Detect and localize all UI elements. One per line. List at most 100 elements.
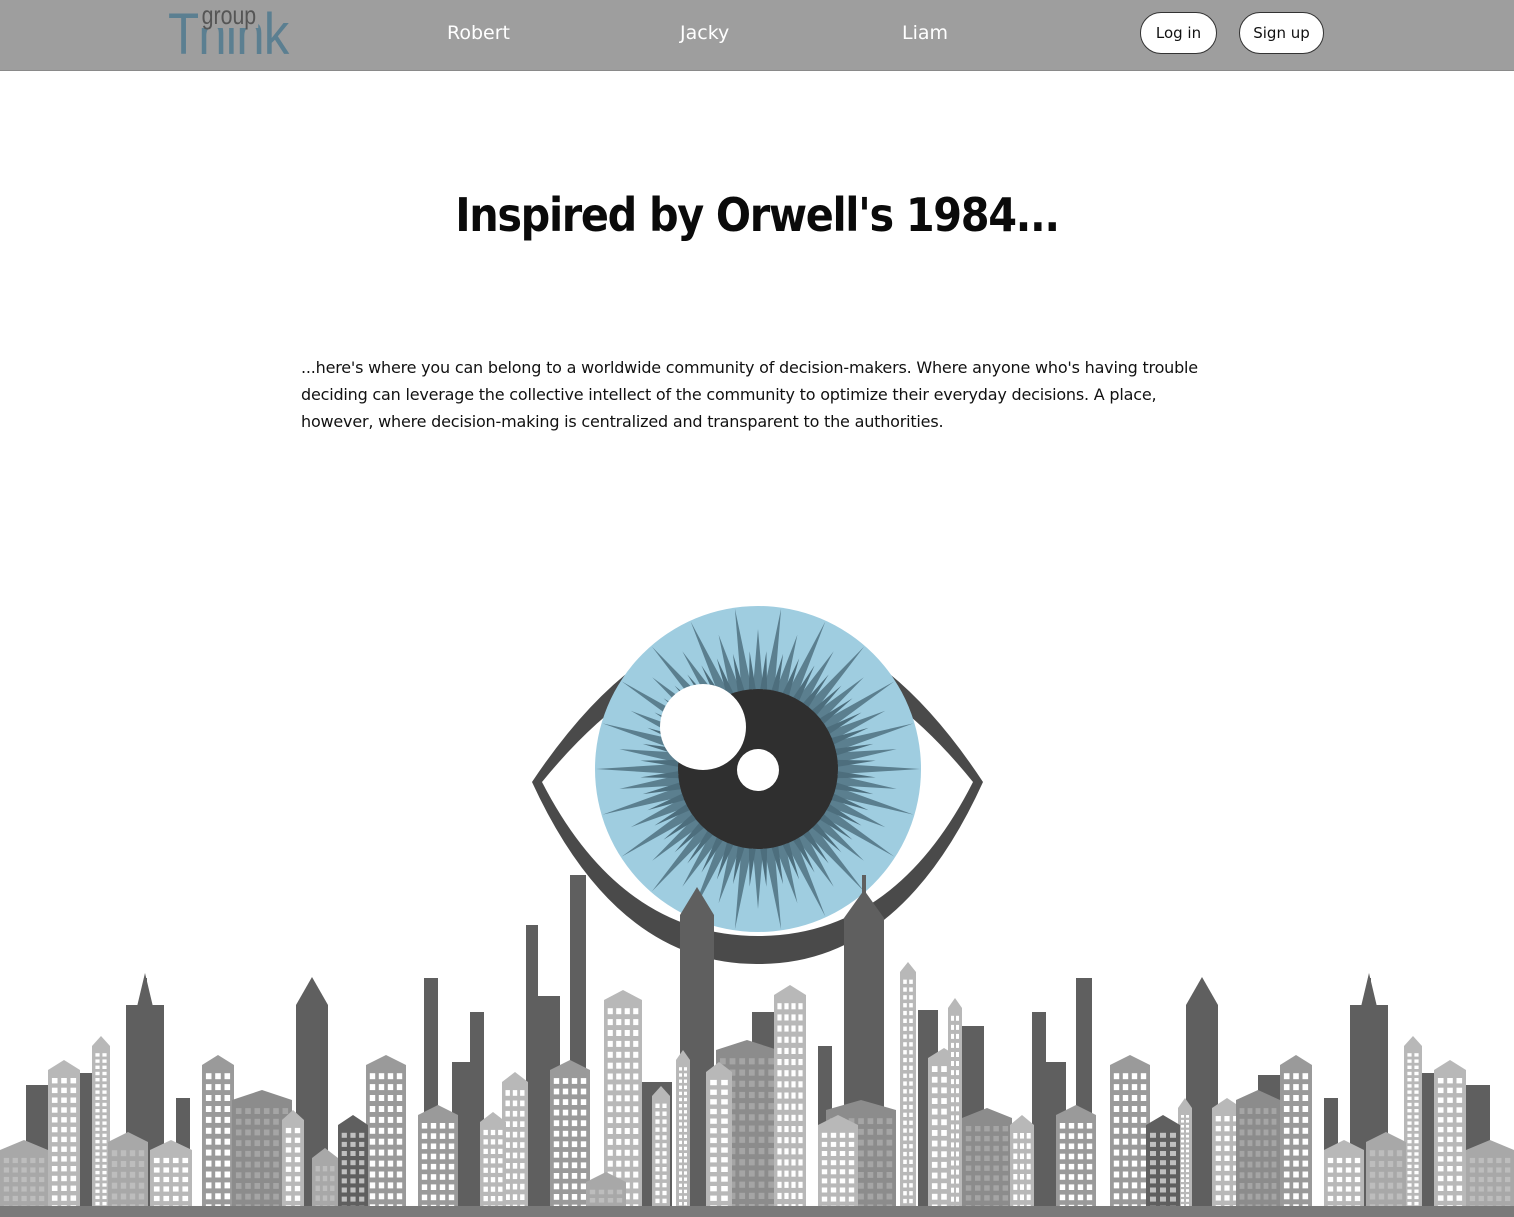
building-window — [350, 1169, 356, 1175]
building-window — [111, 1171, 118, 1178]
building-window — [254, 1193, 261, 1200]
building-window — [1140, 1095, 1147, 1101]
building-window — [768, 1114, 775, 1121]
building-window — [51, 1156, 58, 1162]
building-window — [839, 1141, 846, 1147]
building-window — [1407, 1183, 1412, 1187]
building-window — [95, 1121, 100, 1125]
building-window — [1345, 1167, 1352, 1173]
building-window — [285, 1147, 292, 1153]
building-window — [254, 1118, 261, 1125]
building-window — [1354, 1186, 1361, 1192]
building-window — [580, 1183, 587, 1190]
building-window — [1407, 1096, 1412, 1100]
building-window — [430, 1143, 437, 1150]
building-window — [1437, 1175, 1444, 1182]
building-window — [721, 1099, 728, 1105]
building-window — [1059, 1153, 1066, 1160]
login-button[interactable]: Log in — [1140, 12, 1217, 54]
building-window — [1255, 1183, 1261, 1189]
building-window — [205, 1073, 212, 1080]
building-window — [903, 1120, 907, 1125]
building-window — [396, 1149, 403, 1156]
building-window — [909, 1018, 913, 1023]
building-window — [95, 1201, 100, 1206]
building-window — [1131, 1138, 1138, 1145]
building-window — [951, 1052, 954, 1057]
building-window — [1224, 1116, 1230, 1122]
signup-button[interactable]: Sign up — [1239, 12, 1324, 54]
building-window — [931, 1183, 938, 1190]
building-window — [1414, 1127, 1419, 1131]
building-window — [768, 1125, 775, 1132]
building-window — [830, 1178, 837, 1184]
building-window — [956, 1033, 959, 1039]
building-window — [1283, 1171, 1290, 1178]
building-window — [931, 1151, 938, 1158]
building-window — [909, 1042, 913, 1047]
building-window — [684, 1128, 687, 1132]
building-window — [931, 1193, 938, 1200]
building-window — [359, 1187, 365, 1193]
building-window — [205, 1171, 212, 1178]
building-window — [172, 1176, 179, 1183]
building-window — [430, 1184, 437, 1190]
building-window — [1414, 1177, 1419, 1181]
building-window — [1271, 1161, 1277, 1168]
nav-link-robert[interactable]: Robert — [447, 22, 510, 44]
building-window — [294, 1185, 301, 1192]
building-window — [1469, 1157, 1476, 1164]
building-window — [909, 979, 913, 984]
building-window — [70, 1117, 77, 1123]
building-window — [224, 1193, 231, 1200]
building-window — [21, 1157, 27, 1164]
office-roof — [502, 1072, 528, 1082]
building-window — [580, 1173, 587, 1179]
building-window — [396, 1193, 403, 1200]
building-window — [616, 1138, 622, 1145]
building-window — [984, 1175, 990, 1181]
building-window — [768, 1069, 775, 1076]
building-window — [254, 1172, 261, 1179]
building-window — [931, 1119, 938, 1126]
building-window — [839, 1151, 846, 1156]
building-window — [777, 1192, 782, 1199]
building-window — [1239, 1140, 1245, 1147]
building-window — [1407, 1059, 1412, 1063]
building-window — [95, 1177, 100, 1181]
building-window — [1414, 1084, 1419, 1088]
building-window — [655, 1127, 660, 1132]
nav-link-jacky[interactable]: Jacky — [680, 22, 729, 44]
building-window — [984, 1155, 990, 1161]
nav-link-liam[interactable]: Liam — [902, 22, 948, 44]
building-window — [3, 1176, 10, 1183]
office-roof — [366, 1055, 406, 1065]
building-window — [369, 1095, 376, 1101]
building-window — [254, 1140, 261, 1147]
building-window — [51, 1195, 58, 1201]
building-window — [1293, 1171, 1299, 1178]
building-window — [224, 1149, 231, 1156]
building-window — [721, 1118, 728, 1124]
building-window — [1224, 1125, 1230, 1132]
building-window — [956, 1106, 959, 1112]
building-window — [1407, 1090, 1412, 1094]
building-window — [1345, 1176, 1352, 1183]
groupthink-logo[interactable]: Think group — [168, 2, 289, 64]
building-window — [710, 1166, 717, 1172]
building-window — [624, 1171, 630, 1178]
building-window — [679, 1189, 682, 1194]
building-window — [1263, 1150, 1269, 1157]
building-window — [848, 1141, 855, 1147]
building-window — [1239, 1150, 1245, 1157]
building-window — [562, 1130, 569, 1137]
building-window — [562, 1151, 569, 1158]
building-window — [616, 1198, 623, 1203]
building-window — [710, 1195, 717, 1201]
building-window — [848, 1160, 855, 1166]
building-window — [1302, 1084, 1309, 1091]
building-window — [941, 1130, 947, 1136]
building-window — [607, 1040, 613, 1047]
building-window — [624, 1138, 630, 1145]
building-window — [571, 1183, 578, 1190]
